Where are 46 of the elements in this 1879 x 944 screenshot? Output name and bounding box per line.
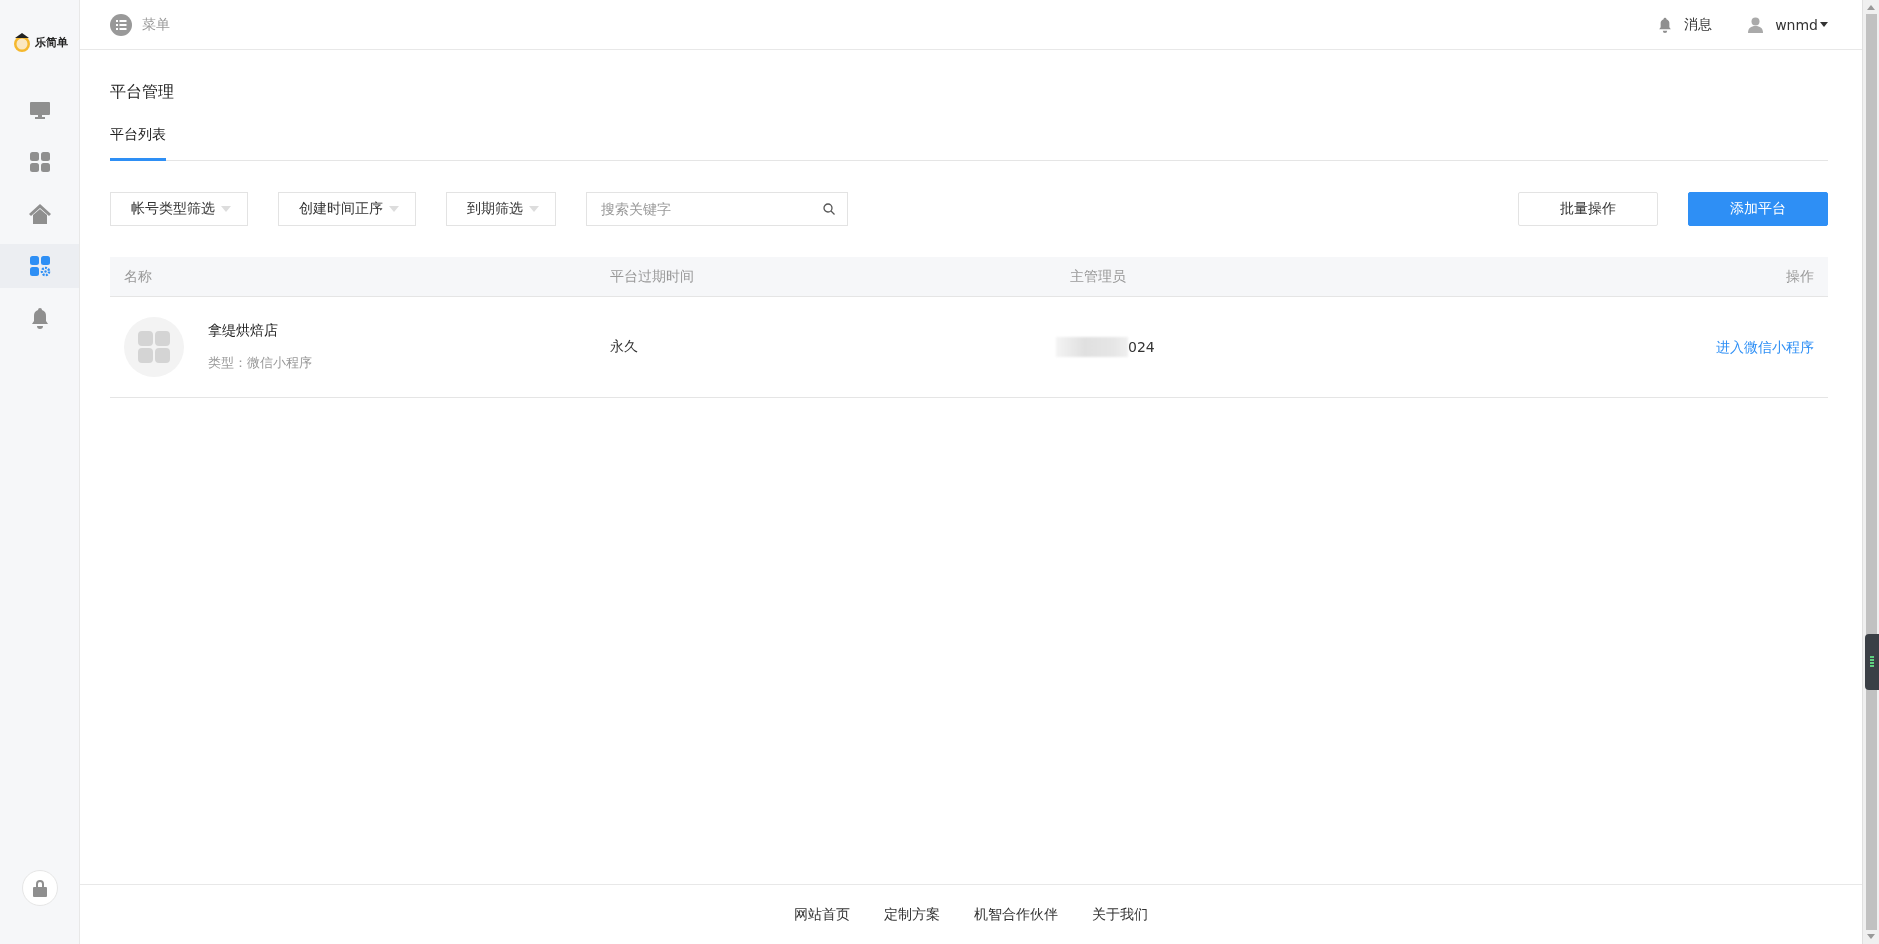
search-field[interactable]: 搜索关键字 <box>586 192 848 226</box>
column-header: 主管理员 <box>1070 267 1126 284</box>
bars-icon <box>1870 656 1874 668</box>
footer-link[interactable]: 定制方案 <box>884 905 940 924</box>
column-header: 名称 <box>124 267 152 284</box>
batch-button[interactable]: 批量操作 <box>1518 192 1658 226</box>
footer-link[interactable]: 关于我们 <box>1092 905 1148 924</box>
filter-dropdown[interactable]: 帐号类型筛选 <box>110 192 248 226</box>
footer-link[interactable]: 机智合作伙伴 <box>974 905 1058 924</box>
caret-icon <box>529 206 539 212</box>
caret-icon <box>1820 22 1828 27</box>
tab[interactable]: 平台列表 <box>110 122 166 161</box>
grid-icon <box>28 151 51 173</box>
user-menu[interactable]: wnmd <box>1748 16 1828 33</box>
filter-dropdown[interactable]: 创建时间正序 <box>278 192 416 226</box>
table-cell: 024 <box>1128 339 1155 355</box>
filter-dropdown[interactable]: 到期筛选 <box>446 192 556 226</box>
mascot-logo <box>11 31 32 53</box>
bell-icon <box>1658 16 1673 33</box>
sidebar-item[interactable] <box>0 244 79 288</box>
lock-button[interactable] <box>21 870 58 906</box>
home-icon <box>27 203 52 225</box>
scrollbar-thumb[interactable] <box>1865 14 1877 930</box>
scrollbar[interactable] <box>1862 0 1879 944</box>
platform-name: 拿缇烘焙店 <box>208 322 279 340</box>
column-header: 平台过期时间 <box>610 267 694 284</box>
search-icon <box>823 203 835 215</box>
platform-type: 类型：微信小程序 <box>208 354 312 372</box>
lock-icon <box>31 879 48 897</box>
messages-button[interactable]: 消息 <box>1658 15 1713 34</box>
user-icon <box>1748 16 1764 33</box>
scroll-up-icon <box>1867 5 1875 10</box>
side-handle[interactable] <box>1865 634 1879 690</box>
grid-gear-icon <box>28 255 51 277</box>
footer-link[interactable]: 网站首页 <box>794 905 850 924</box>
caret-icon <box>221 206 231 212</box>
table-cell: 永久 <box>610 338 638 354</box>
monitor-icon <box>28 99 51 121</box>
column-header: 操作 <box>1786 267 1814 284</box>
scroll-down-icon <box>1867 934 1875 939</box>
bell-icon <box>30 307 49 329</box>
list-icon <box>110 13 132 36</box>
logo-text: 乐简单 <box>34 34 68 50</box>
caret-icon <box>389 206 399 212</box>
grid-icon <box>138 331 170 363</box>
page-title: 平台管理 <box>110 81 175 103</box>
